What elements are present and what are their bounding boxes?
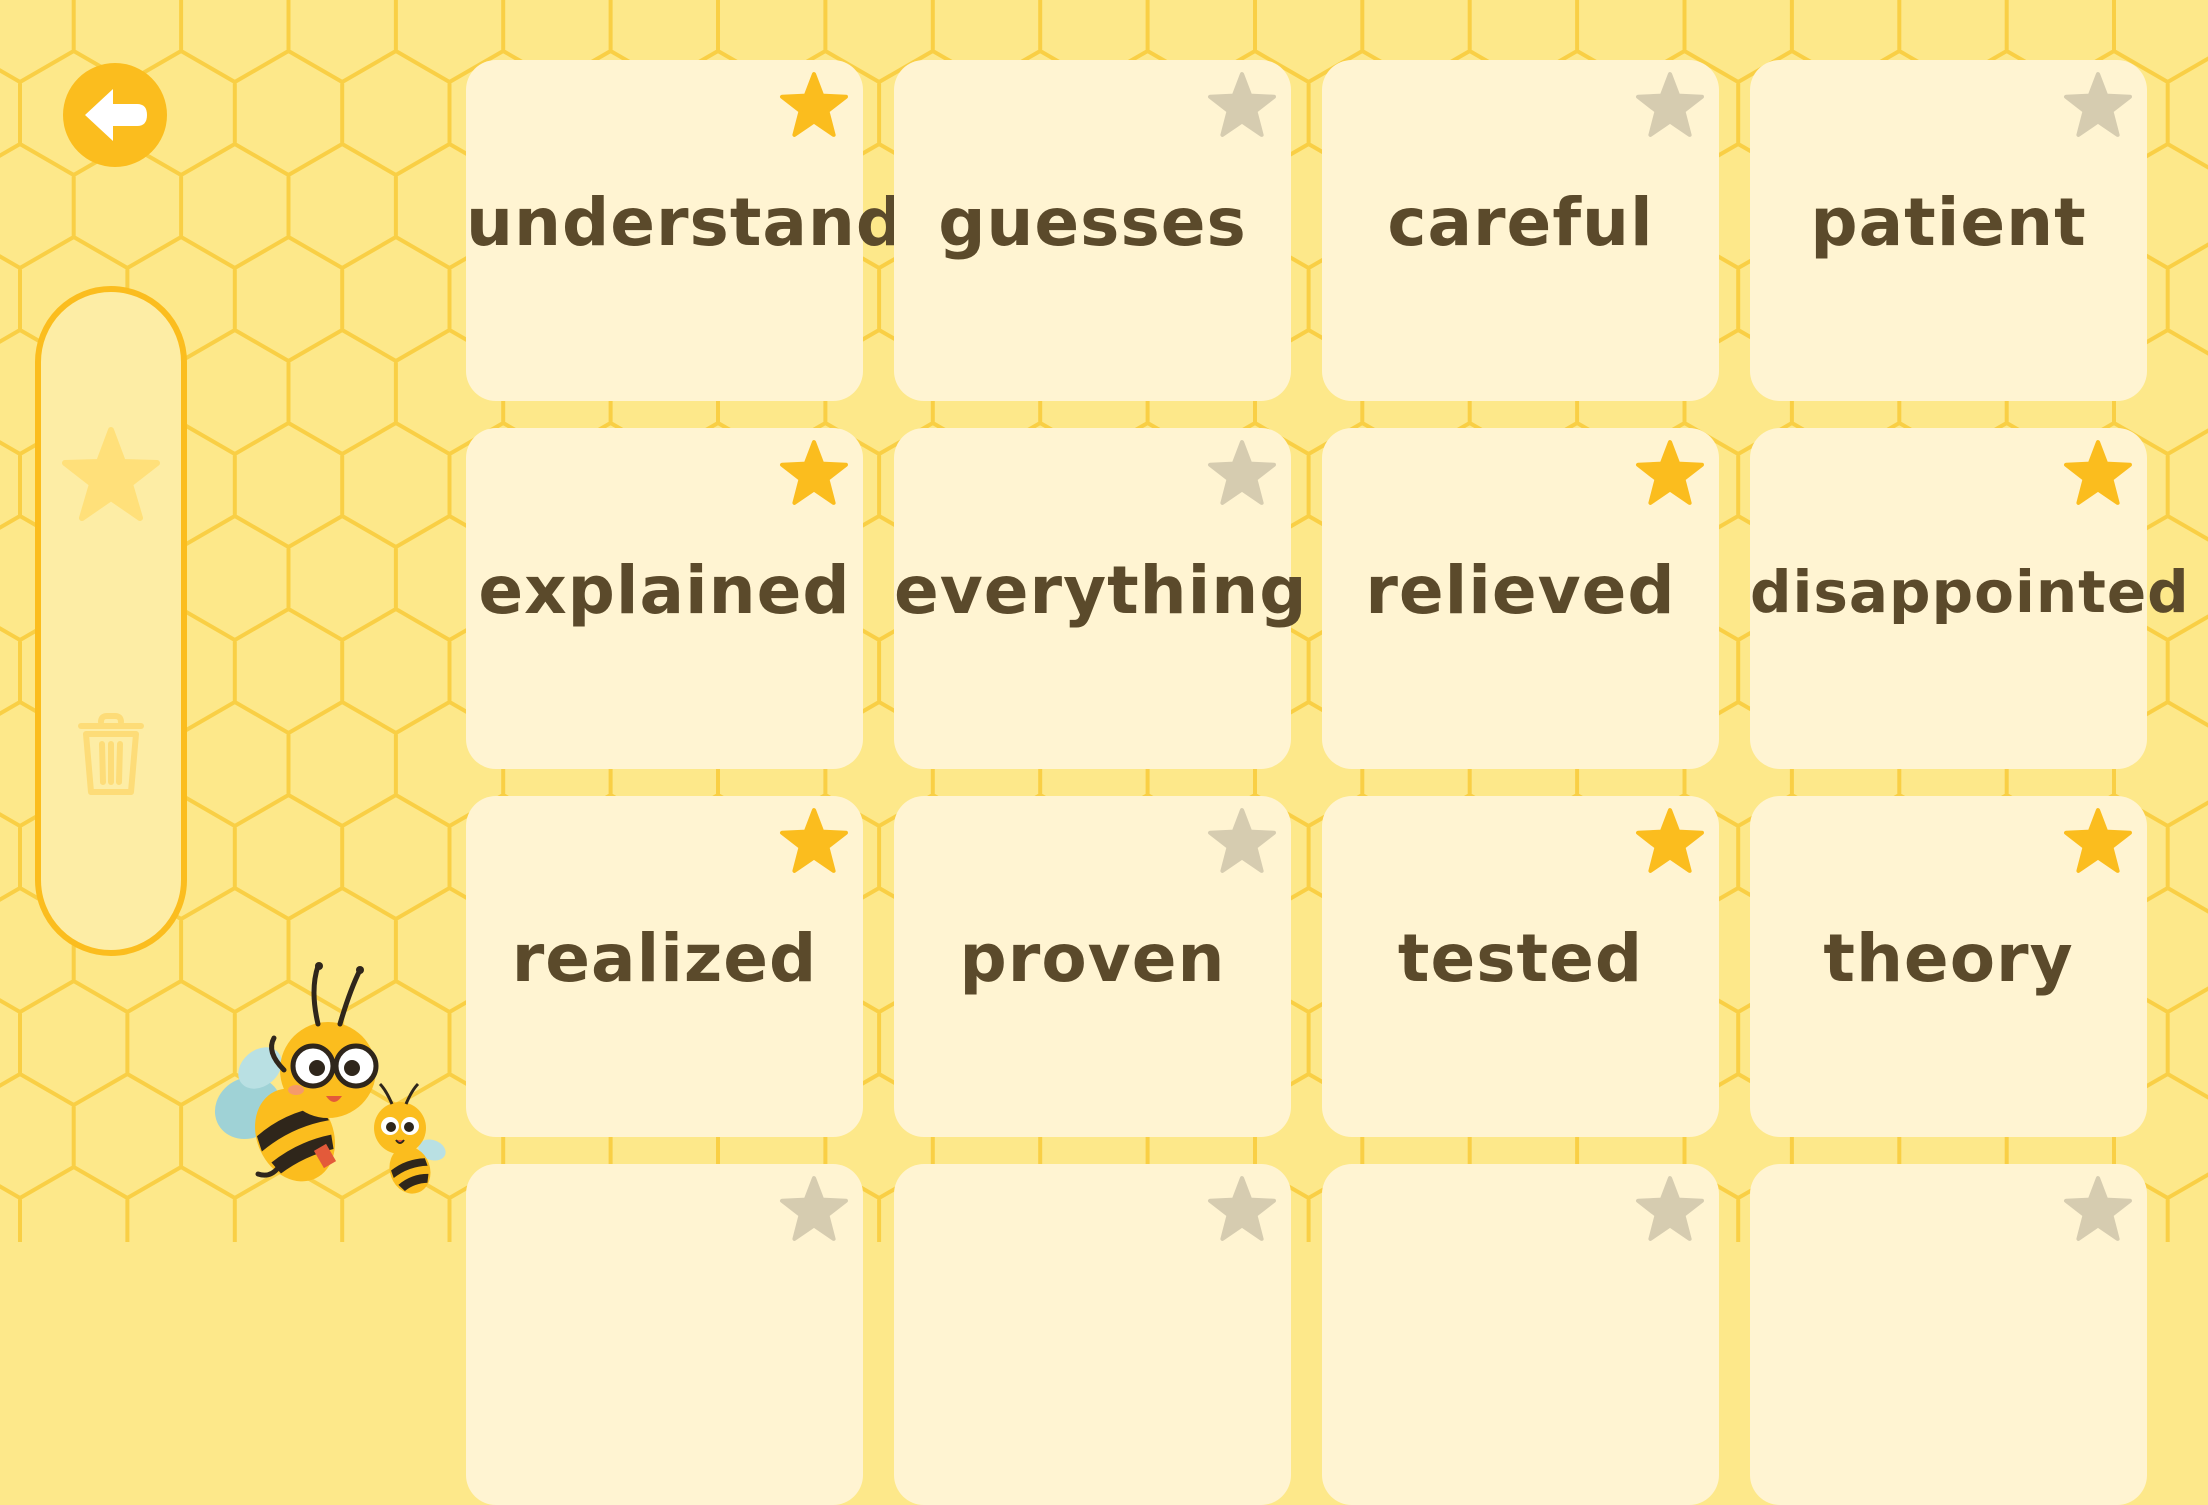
word-label: proven	[959, 920, 1226, 997]
star-filled-icon[interactable]	[2063, 807, 2133, 875]
word-card[interactable]: careful	[1322, 60, 1719, 401]
word-card[interactable]: understand	[466, 60, 905, 401]
word-label: explained	[478, 552, 851, 629]
word-card[interactable]	[894, 1164, 1291, 1505]
word-label: guesses	[938, 184, 1247, 261]
word-card[interactable]: guesses	[894, 60, 1291, 401]
word-card[interactable]: explained	[466, 428, 863, 769]
word-label: everything	[894, 552, 1308, 629]
side-panel	[35, 286, 187, 956]
star-empty-icon[interactable]	[1207, 71, 1277, 139]
star-empty-icon[interactable]	[779, 1175, 849, 1243]
word-card[interactable]	[466, 1164, 863, 1505]
word-label: careful	[1387, 184, 1654, 261]
word-card[interactable]: theory	[1750, 796, 2147, 1137]
trash-icon[interactable]	[77, 712, 145, 798]
star-filled-icon[interactable]	[1635, 807, 1705, 875]
star-filled-icon[interactable]	[1635, 439, 1705, 507]
word-card[interactable]: tested	[1322, 796, 1719, 1137]
word-card[interactable]	[1322, 1164, 1719, 1505]
star-filled-icon[interactable]	[2063, 439, 2133, 507]
word-label: disappointed	[1750, 558, 2190, 626]
star-empty-icon[interactable]	[1635, 1175, 1705, 1243]
word-card[interactable]: proven	[894, 796, 1291, 1137]
star-empty-icon[interactable]	[1207, 1175, 1277, 1243]
word-label: realized	[511, 920, 818, 997]
star-filled-icon[interactable]	[779, 807, 849, 875]
word-card[interactable]: realized	[466, 796, 863, 1137]
star-empty-icon[interactable]	[2063, 71, 2133, 139]
star-filled-icon[interactable]	[779, 439, 849, 507]
word-card[interactable]: patient	[1750, 60, 2147, 401]
star-filled-icon[interactable]	[779, 71, 849, 139]
star-empty-icon[interactable]	[2063, 1175, 2133, 1243]
word-card[interactable]	[1750, 1164, 2147, 1505]
arrow-left-icon	[85, 89, 147, 141]
word-label: understand	[466, 184, 905, 261]
word-card[interactable]: everything	[894, 428, 1308, 769]
favorites-star-icon[interactable]	[61, 426, 161, 526]
word-label: patient	[1810, 184, 2087, 261]
word-card[interactable]: disappointed	[1750, 428, 2190, 769]
star-empty-icon[interactable]	[1207, 807, 1277, 875]
word-label: tested	[1397, 920, 1644, 997]
word-label: theory	[1823, 920, 2074, 997]
bee-mascot-icon	[214, 962, 446, 1194]
word-card[interactable]: relieved	[1322, 428, 1719, 769]
word-label: relieved	[1365, 552, 1676, 629]
star-empty-icon[interactable]	[1635, 71, 1705, 139]
star-empty-icon[interactable]	[1207, 439, 1277, 507]
back-button[interactable]	[63, 63, 167, 167]
